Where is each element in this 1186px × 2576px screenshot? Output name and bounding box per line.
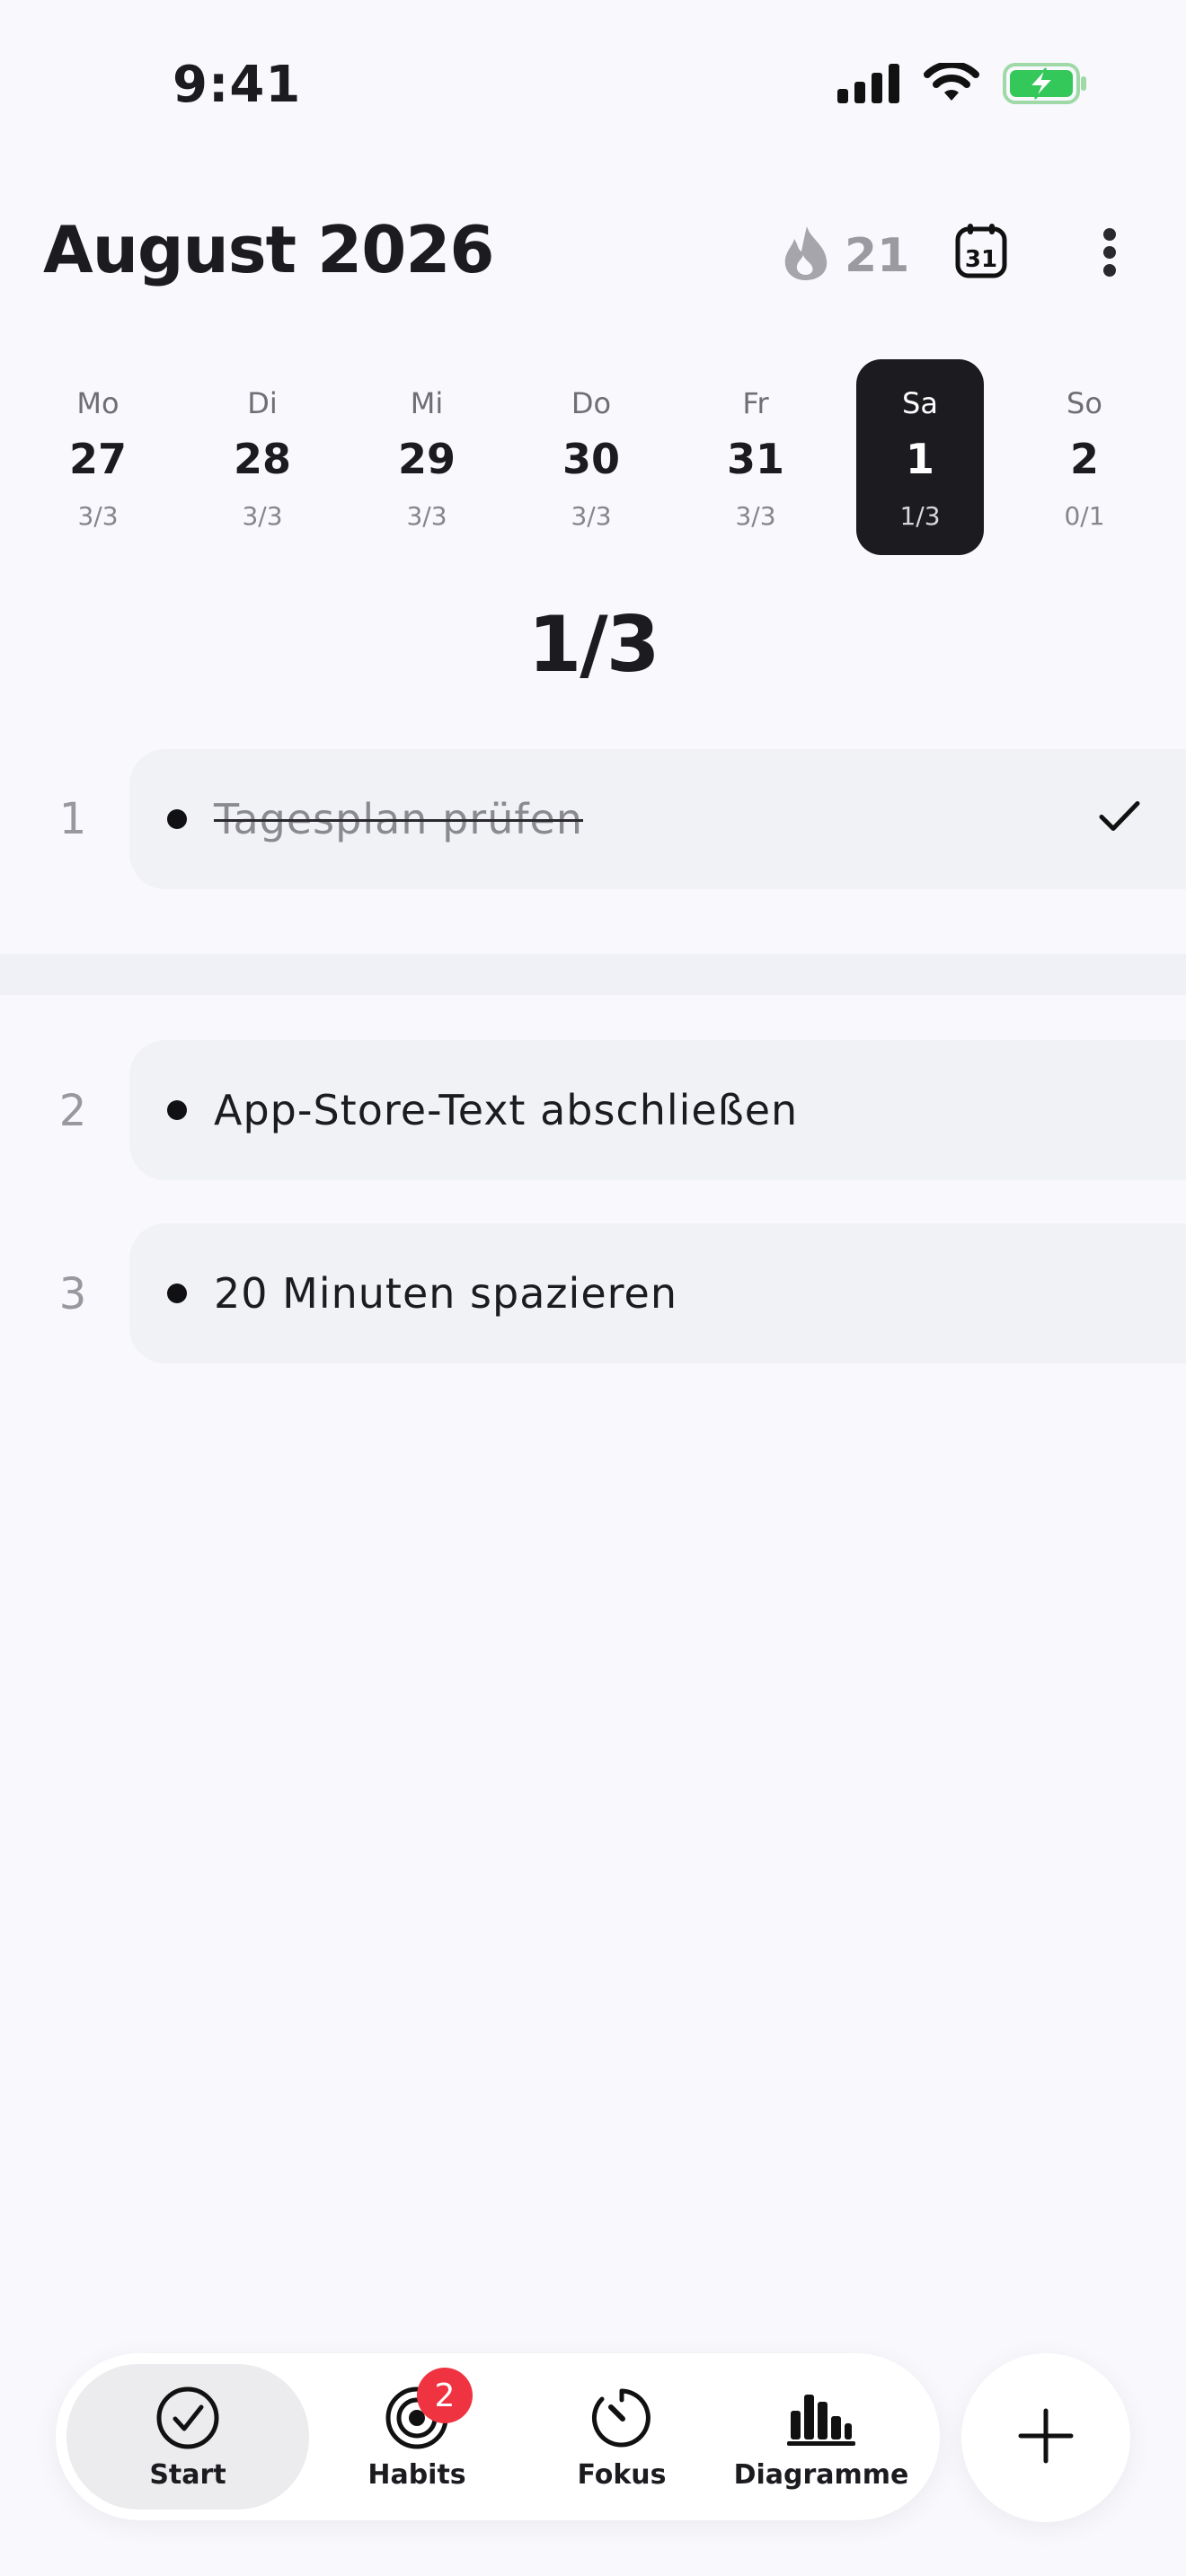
add-button[interactable] [961, 2353, 1130, 2522]
task-row[interactable]: App-Store-Text abschließen [129, 1040, 1186, 1180]
streak-count: 21 [845, 228, 910, 283]
battery-charging-icon [1003, 63, 1089, 109]
day-item[interactable]: Mi 29 3/3 [363, 359, 491, 555]
day-item[interactable]: Di 28 3/3 [199, 359, 326, 555]
day-item-selected[interactable]: Sa 1 1/3 [856, 359, 984, 555]
task-index: 2 [58, 1086, 87, 1136]
status-icons [837, 60, 1089, 109]
day-item[interactable]: Do 30 3/3 [527, 359, 655, 555]
task-index: 1 [58, 794, 87, 844]
checkmark-icon[interactable] [1098, 799, 1141, 840]
day-item[interactable]: So 2 0/1 [1021, 359, 1148, 555]
day-weekday: Di [247, 386, 278, 420]
plus-icon [1017, 2407, 1075, 2469]
wifi-icon [924, 60, 979, 109]
day-number: 28 [233, 435, 291, 483]
calendar-31-icon: 31 [954, 222, 1008, 284]
day-weekday: So [1067, 386, 1102, 420]
day-number: 29 [397, 435, 456, 483]
tab-label: Diagramme [733, 2459, 909, 2491]
day-item[interactable]: Mo 27 3/3 [34, 359, 162, 555]
tab-habits[interactable]: Habits [327, 2364, 507, 2510]
day-weekday: Sa [902, 386, 938, 420]
tab-diagramme[interactable]: Diagramme [722, 2364, 920, 2510]
tab-fokus[interactable]: Fokus [532, 2364, 712, 2510]
svg-text:31: 31 [965, 246, 997, 273]
task-index: 3 [58, 1269, 87, 1319]
tab-start[interactable]: Start [66, 2364, 309, 2510]
tab-label: Habits [367, 2459, 466, 2491]
more-vertical-icon [1102, 227, 1117, 282]
task-row[interactable]: 20 Minuten spazieren [129, 1223, 1186, 1363]
task-text: 20 Minuten spazieren [214, 1269, 677, 1318]
bullet-icon [167, 809, 187, 829]
timer-icon [589, 2384, 654, 2452]
tab-label: Fokus [577, 2459, 667, 2491]
checkmark-circle-icon [155, 2384, 220, 2452]
day-item[interactable]: Fr 31 3/3 [692, 359, 819, 555]
bar-chart-icon [787, 2384, 855, 2452]
day-progress: 0/1 [1064, 501, 1105, 531]
day-progress: 3/3 [242, 501, 283, 531]
day-progress: 3/3 [77, 501, 119, 531]
day-weekday: Mi [410, 386, 444, 420]
daily-summary: 1/3 [527, 600, 659, 690]
task-text: App-Store-Text abschließen [214, 1086, 799, 1134]
day-progress: 3/3 [735, 501, 776, 531]
week-strip: Mo 27 3/3 Di 28 3/3 Mi 29 3/3 Do 30 3/3 … [34, 359, 1186, 557]
month-title: August 2026 [43, 212, 495, 287]
flame-icon [780, 225, 832, 287]
more-button[interactable] [1087, 225, 1132, 284]
task-text: Tagesplan prüfen [214, 795, 583, 843]
tab-label: Start [149, 2459, 226, 2491]
day-progress: 1/3 [899, 501, 941, 531]
day-number: 30 [562, 435, 620, 483]
tab-bar: Start Habits Fokus Diagramme [56, 2353, 940, 2520]
day-number: 1 [905, 435, 934, 483]
day-number: 27 [68, 435, 127, 483]
section-divider [0, 954, 1186, 995]
day-weekday: Fr [742, 386, 769, 420]
day-weekday: Do [571, 386, 612, 420]
day-progress: 3/3 [571, 501, 612, 531]
task-row[interactable]: Tagesplan prüfen [129, 749, 1186, 889]
calendar-button[interactable]: 31 [952, 223, 1010, 282]
bullet-icon [167, 1100, 187, 1120]
day-number: 31 [726, 435, 784, 483]
status-time: 9:41 [173, 56, 302, 114]
day-progress: 3/3 [406, 501, 447, 531]
cellular-icon [837, 64, 900, 108]
streak-counter[interactable]: 21 [780, 225, 909, 287]
day-weekday: Mo [76, 386, 119, 420]
habits-badge: 2 [417, 2368, 473, 2423]
bullet-icon [167, 1284, 187, 1303]
day-number: 2 [1069, 435, 1099, 483]
